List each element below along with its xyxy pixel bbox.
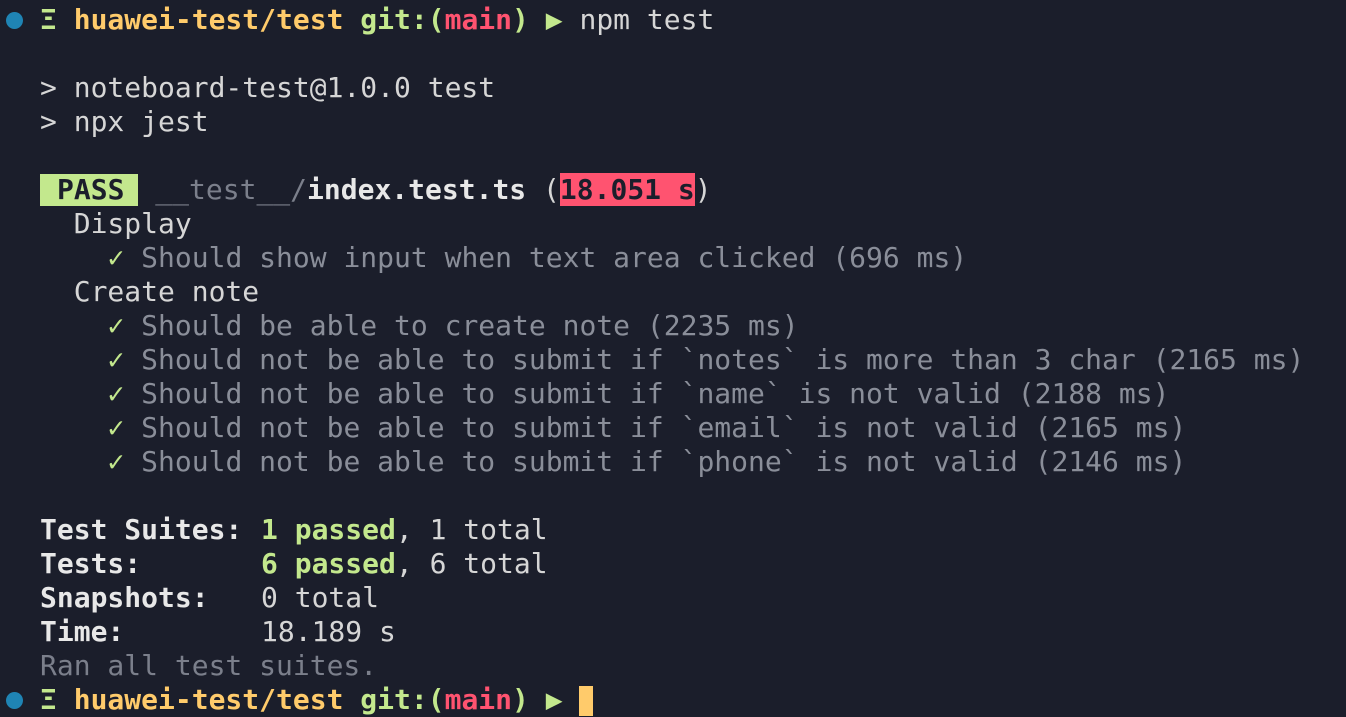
prompt-arrow-icon: ▶ [545, 3, 563, 36]
summary-suites: Test Suites: 1 passed, 1 total [40, 513, 548, 546]
prompt-line: Ξ huawei-test/test git:(main) ▶ npm test [0, 3, 1346, 37]
prompt-line: Ξ huawei-test/test git:(main) ▶ [0, 683, 1346, 717]
file-name: index.test.ts [307, 173, 527, 206]
duration-badge: 18.051 s [559, 173, 695, 206]
test-item: ✓ Should not be able to submit if `email… [107, 411, 1187, 444]
status-dot-icon [6, 12, 23, 29]
group-name: Create note [73, 275, 260, 308]
status-dot-icon [6, 692, 23, 709]
check-icon: ✓ [107, 309, 125, 342]
summary-time: Time: 18.189 s [40, 615, 396, 648]
check-icon: ✓ [107, 411, 125, 444]
test-file-result: PASS __test__/index.test.ts (18.051 s) [0, 173, 1346, 207]
summary-footer: Ran all test suites. [40, 649, 378, 682]
terminal[interactable]: Ξ huawei-test/test git:(main) ▶ npm test… [0, 3, 1346, 717]
prompt-path: huawei-test/test [73, 3, 344, 36]
check-icon: ✓ [107, 343, 125, 376]
git-label: git: [360, 3, 428, 36]
test-item: ✓ Should not be able to submit if `name`… [107, 377, 1170, 410]
file-dir: __test__/ [155, 173, 308, 206]
pass-badge: PASS [40, 174, 139, 206]
git-branch: main [444, 3, 513, 36]
summary-tests: Tests: 6 passed, 6 total [40, 547, 548, 580]
summary-snapshots: Snapshots: 0 total [40, 581, 380, 614]
check-icon: ✓ [107, 445, 125, 478]
command: npm test [579, 3, 715, 36]
test-item: ✓ Should not be able to submit if `phone… [107, 445, 1187, 478]
npm-output-line: > npx jest [40, 105, 209, 138]
npm-output-line: > noteboard-test@1.0.0 test [40, 71, 496, 104]
check-icon: ✓ [107, 377, 125, 410]
test-item: ✓ Should not be able to submit if `notes… [107, 343, 1305, 376]
check-icon: ✓ [107, 241, 125, 274]
cursor [579, 686, 594, 716]
test-item: ✓ Should show input when text area click… [107, 241, 968, 274]
group-name: Display [73, 207, 192, 240]
test-item: ✓ Should be able to create note (2235 ms… [107, 309, 799, 342]
